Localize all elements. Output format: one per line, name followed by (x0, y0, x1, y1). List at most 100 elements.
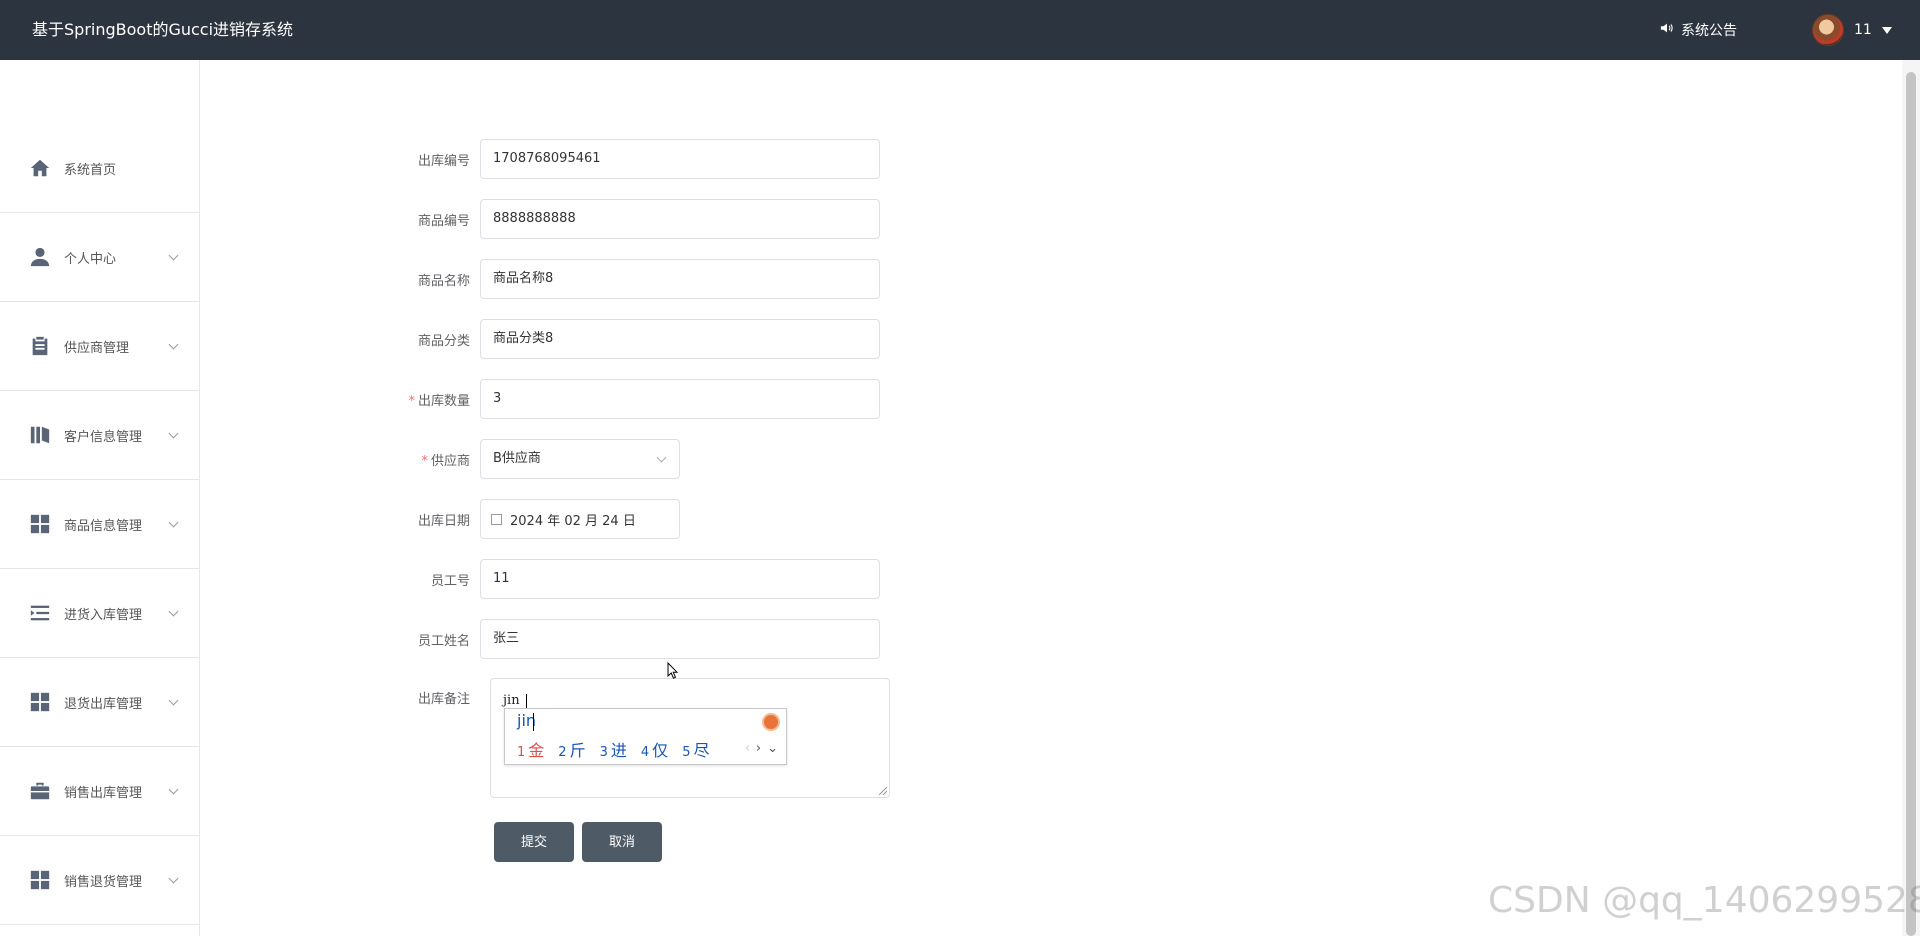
supplier-label: * 供应商 (400, 450, 480, 469)
ime-candidate-char: 斤 (569, 741, 586, 760)
sidebar-item-label: 客户信息管理 (64, 429, 143, 445)
text-cursor (526, 694, 527, 709)
form-row-supplier: * 供应商 B供应商 (400, 439, 680, 479)
remark-label: 出库备注 (417, 692, 470, 707)
form-row-product-no: 商品编号 8888888888 (400, 199, 880, 239)
ime-candidates: 1金 2斤 3进 4仅 5尽 (517, 737, 709, 761)
form-row-product-name: 商品名称 商品名称8 (400, 259, 880, 299)
sidebar-item-customer[interactable]: 客户信息管理 (0, 391, 199, 480)
product-name-label: 商品名称 (417, 273, 470, 289)
outbound-date-field[interactable]: 2024 年 02 月 24 日 (480, 499, 680, 539)
top-bar: 基于SpringBoot的Gucci进销存系统 系统公告 11 (0, 0, 1920, 60)
form-row-remark: 出库备注 (400, 688, 480, 707)
ime-caret (533, 713, 534, 731)
ime-candidate-char: 进 (610, 741, 627, 760)
sidebar-item-label: 销售退货管理 (64, 874, 143, 890)
ime-prev-page-icon[interactable]: ‹ (745, 741, 750, 756)
supplier-select[interactable]: B供应商 (480, 439, 680, 479)
ime-candidate[interactable]: 3进 (600, 737, 627, 761)
outbound-no-field[interactable]: 1708768095461 (480, 139, 880, 179)
chevron-down-icon (168, 339, 179, 350)
chevron-down-icon (168, 784, 179, 795)
date-checkbox[interactable] (491, 513, 502, 525)
page-scrollbar[interactable] (1902, 60, 1920, 936)
form-row-employee-name: 员工姓名 张三 (400, 619, 880, 659)
ime-candidate-num: 2 (558, 745, 567, 760)
ime-candidate-num: 5 (682, 745, 691, 760)
outbound-qty-field[interactable]: 3 (480, 379, 880, 419)
outbound-qty-label-text: 出库数量 (417, 393, 470, 409)
ime-candidate[interactable]: 2斤 (558, 737, 585, 761)
product-name-field[interactable]: 商品名称8 (480, 259, 880, 299)
ime-candidate[interactable]: 5尽 (682, 737, 709, 761)
ime-candidate-num: 4 (640, 745, 650, 760)
user-menu[interactable]: 11 (1812, 0, 1892, 60)
scrollbar-thumb[interactable] (1906, 72, 1916, 936)
sidebar-item-home[interactable]: 系统首页 (0, 124, 199, 213)
employee-no-label: 员工号 (430, 573, 470, 589)
ime-next-page-icon[interactable]: › (756, 741, 761, 756)
form-row-employee-no: 员工号 11 (400, 559, 880, 599)
supplier-label-text: 供应商 (430, 453, 470, 469)
watermark: CSDN @qq_1406299528 (1488, 880, 1920, 921)
form-row-product-category: 商品分类 商品分类8 (400, 319, 880, 359)
chevron-down-icon (168, 873, 179, 884)
sidebar-item-return-outbound[interactable]: 退货出库管理 (0, 658, 199, 747)
ime-candidate-num: 3 (599, 745, 608, 760)
chevron-down-icon (656, 452, 667, 463)
ime-candidate-char: 尽 (693, 741, 710, 760)
outbound-no-label: 出库编号 (417, 153, 470, 169)
mouse-pointer-icon (667, 662, 679, 679)
remark-text: jin (503, 693, 520, 708)
system-notice-button[interactable]: 系统公告 (1660, 0, 1737, 60)
form-row-outbound-no: 出库编号 1708768095461 (400, 139, 880, 179)
app-title: 基于SpringBoot的Gucci进销存系统 (32, 20, 294, 39)
ime-logo-icon[interactable] (762, 713, 780, 731)
employee-name-label: 员工姓名 (417, 633, 470, 649)
grid-icon (28, 512, 52, 536)
sidebar-item-sales-outbound[interactable]: 销售出库管理 (0, 747, 199, 836)
sidebar-item-label: 退货出库管理 (64, 696, 143, 712)
sidebar: 系统首页 个人中心 供应商管理 客户信息管理 商品信息管理 进货入库管理 退货出… (0, 60, 200, 936)
required-marker: * (408, 393, 415, 409)
employee-name-field[interactable]: 张三 (480, 619, 880, 659)
system-notice-label: 系统公告 (1681, 23, 1737, 39)
ime-candidate[interactable]: 4仅 (641, 737, 668, 761)
product-category-field[interactable]: 商品分类8 (480, 319, 880, 359)
grid-icon (28, 868, 52, 892)
ime-candidate-char: 金 (528, 741, 545, 760)
list-indent-icon (28, 601, 52, 625)
sidebar-item-label: 销售出库管理 (64, 785, 143, 801)
outbound-date-label: 出库日期 (417, 513, 470, 529)
user-icon (28, 245, 52, 269)
ime-expand-icon[interactable]: ⌄ (767, 741, 778, 756)
supplier-selected-value: B供应商 (493, 451, 541, 466)
grid-icon (28, 690, 52, 714)
sidebar-item-supplier[interactable]: 供应商管理 (0, 302, 199, 391)
book-icon (28, 423, 52, 447)
sidebar-item-purchase-inbound[interactable]: 进货入库管理 (0, 569, 199, 658)
resize-handle-icon[interactable] (879, 787, 887, 795)
sidebar-item-product[interactable]: 商品信息管理 (0, 480, 199, 569)
employee-no-field[interactable]: 11 (480, 559, 880, 599)
avatar (1812, 14, 1844, 46)
sidebar-item-label: 系统首页 (64, 162, 117, 178)
ime-nav: ‹ › ⌄ (745, 741, 778, 756)
ime-candidate[interactable]: 1金 (517, 737, 544, 761)
cancel-button[interactable]: 取消 (582, 822, 662, 862)
username: 11 (1854, 22, 1872, 38)
outbound-date-value: 2024 年 02 月 24 日 (510, 513, 636, 529)
ime-candidate-popup: jin 1金 2斤 3进 4仅 5尽 ‹ › ⌄ (504, 708, 787, 765)
sidebar-item-label: 进货入库管理 (64, 607, 143, 623)
outbound-qty-label: * 出库数量 (400, 390, 480, 409)
submit-button[interactable]: 提交 (494, 822, 574, 862)
briefcase-icon (28, 779, 52, 803)
product-no-field[interactable]: 8888888888 (480, 199, 880, 239)
sidebar-item-label: 个人中心 (64, 251, 117, 267)
chevron-down-icon (168, 428, 179, 439)
form-row-outbound-date: 出库日期 2024 年 02 月 24 日 (400, 499, 680, 539)
chevron-down-icon (168, 695, 179, 706)
sidebar-item-sales-return[interactable]: 销售退货管理 (0, 836, 199, 925)
sidebar-item-personal-center[interactable]: 个人中心 (0, 213, 199, 302)
clipboard-icon (28, 334, 52, 358)
